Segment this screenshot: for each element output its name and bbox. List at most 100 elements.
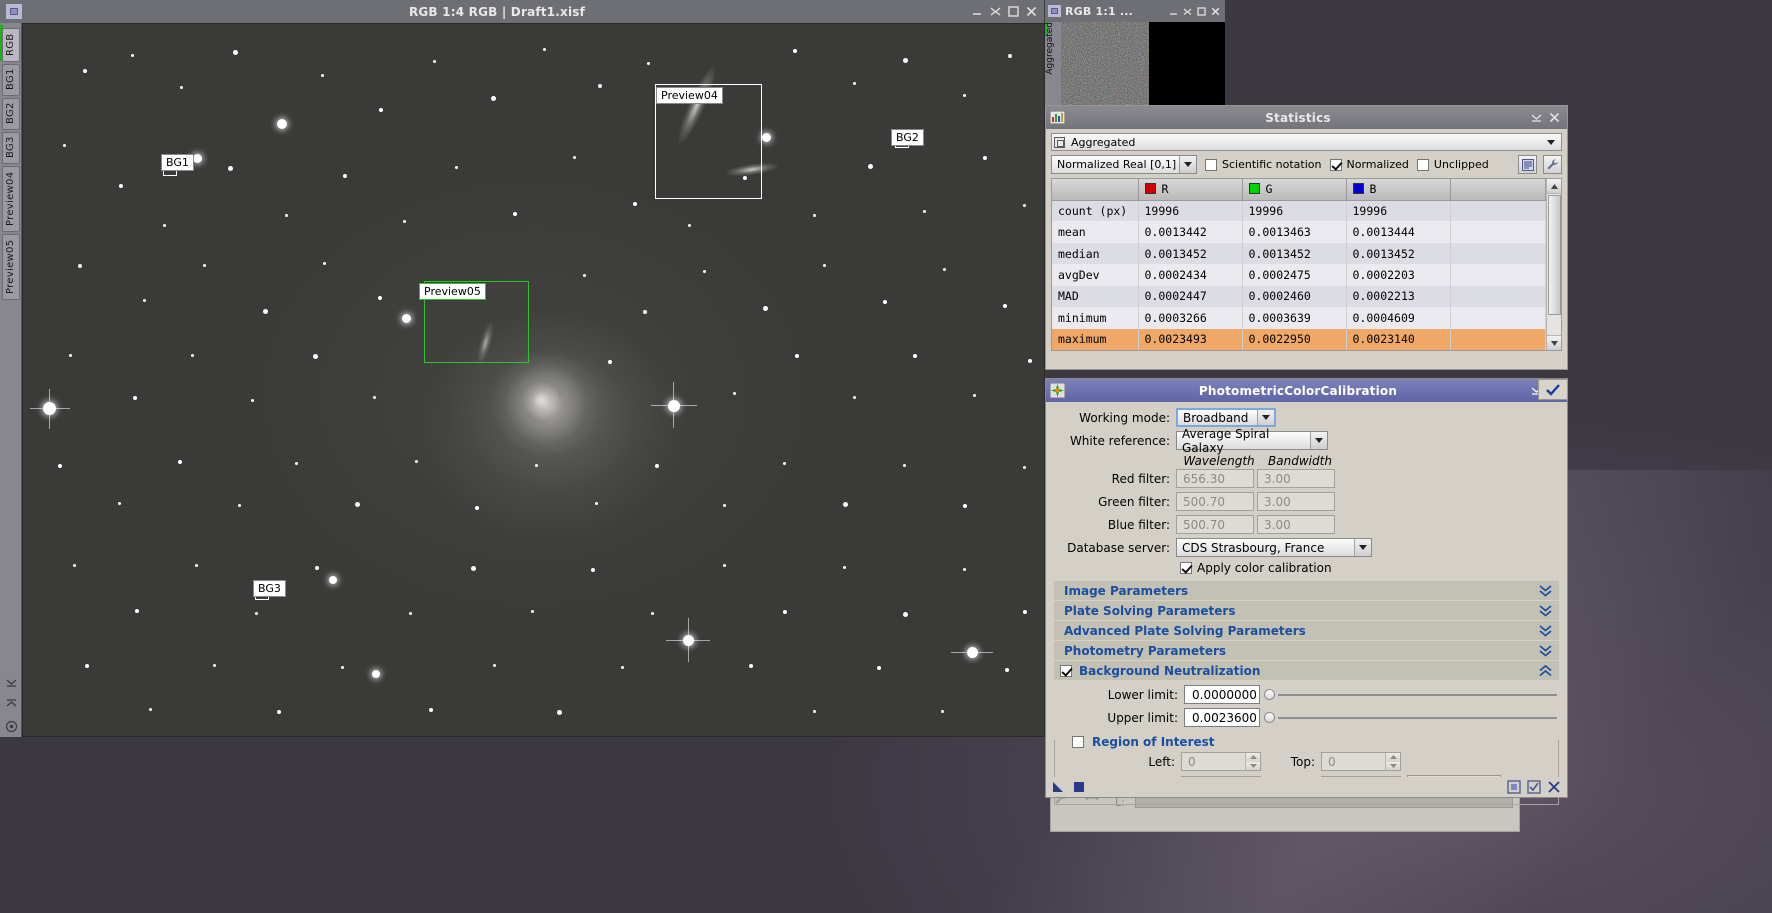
text-report-button[interactable]	[1518, 155, 1537, 174]
chevron-double-down-icon[interactable]	[1539, 624, 1552, 637]
collapse-icon[interactable]	[5, 676, 18, 689]
rgb-1-1-titlebar[interactable]: RGB 1:1 ...	[1045, 0, 1225, 22]
slider-track[interactable]	[1278, 694, 1557, 696]
chevron-down-icon[interactable]	[1257, 410, 1274, 425]
pcc-confirm-button[interactable]	[1538, 379, 1568, 400]
restore-icon[interactable]	[990, 6, 1001, 17]
close-icon[interactable]	[1549, 112, 1560, 123]
checkbox-box[interactable]	[1180, 562, 1192, 574]
astro-image-canvas[interactable]: Preview04 Preview05 BG1 BG2 BG3	[22, 23, 1045, 737]
minimize-icon[interactable]	[1169, 7, 1178, 16]
table-row[interactable]: avgDev 0.0002434 0.0002475 0.0002203	[1052, 264, 1546, 285]
statistics-format-select[interactable]: Normalized Real [0,1]	[1051, 155, 1197, 174]
checkbox-box[interactable]	[1417, 159, 1429, 171]
database-server-select[interactable]: CDS Strasbourg, France	[1176, 538, 1372, 557]
checkbox-box[interactable]	[1205, 159, 1217, 171]
red-filter-bandwidth-input[interactable]: 3.00	[1257, 469, 1335, 488]
scrollbar-thumb[interactable]	[1548, 195, 1561, 315]
upper-limit-slider[interactable]	[1264, 712, 1557, 723]
slider-knob[interactable]	[1264, 712, 1275, 723]
stepper-arrows[interactable]	[1245, 753, 1260, 770]
chevron-double-down-icon[interactable]	[1539, 644, 1552, 657]
rail-tab-preview04[interactable]: Preview04	[2, 166, 20, 232]
expand-icon[interactable]	[5, 698, 18, 711]
rail-tab-bg1[interactable]: BG1	[2, 64, 20, 96]
chevron-double-down-icon[interactable]	[1539, 584, 1552, 597]
reset-icon[interactable]	[1547, 780, 1561, 794]
pcc-titlebar[interactable]: PhotometricColorCalibration	[1046, 379, 1567, 402]
roll-up-icon[interactable]	[1531, 112, 1542, 123]
table-row[interactable]: median 0.0013452 0.0013452 0.0013452	[1052, 243, 1546, 264]
chevron-double-down-icon[interactable]	[1539, 604, 1552, 617]
minimize-icon[interactable]	[972, 6, 983, 17]
maximize-icon[interactable]	[1197, 7, 1206, 16]
rail-tab-bg3[interactable]: BG3	[2, 132, 20, 164]
section-image-parameters[interactable]: Image Parameters	[1054, 581, 1559, 600]
green-filter-bandwidth-input[interactable]: 3.00	[1257, 492, 1335, 511]
scroll-up-icon[interactable]	[1547, 179, 1562, 194]
red-filter-wavelength-input[interactable]: 656.30	[1176, 469, 1254, 488]
rgb-1-1-noise-preview[interactable]	[1061, 22, 1149, 105]
rail-tab-preview05[interactable]: Preview05	[2, 234, 20, 300]
table-row[interactable]: mean 0.0013442 0.0013463 0.0013444	[1052, 221, 1546, 242]
window-menu-icon[interactable]	[6, 4, 22, 19]
rgb-1-1-black-region[interactable]	[1149, 22, 1225, 105]
lower-limit-input[interactable]: 0.0000000	[1184, 685, 1260, 704]
rgb-1-1-rail-label[interactable]: Aggregated	[1045, 22, 1061, 78]
chevron-double-up-icon[interactable]	[1539, 664, 1552, 677]
section-plate-solving-parameters[interactable]: Plate Solving Parameters	[1054, 601, 1559, 620]
image-window-titlebar[interactable]: RGB 1:4 RGB | Draft1.xisf	[0, 0, 1044, 23]
chevron-down-icon[interactable]	[1547, 140, 1555, 145]
table-row[interactable]: minimum 0.0003266 0.0003639 0.0004609	[1052, 307, 1546, 328]
maximize-icon[interactable]	[1008, 6, 1019, 17]
bg-marker-bg1-label[interactable]: BG1	[161, 154, 194, 171]
checkbox-normalized[interactable]: Normalized	[1330, 158, 1409, 171]
blue-filter-bandwidth-input[interactable]: 3.00	[1257, 515, 1335, 534]
lower-limit-slider[interactable]	[1264, 689, 1557, 700]
white-reference-select[interactable]: Average Spiral Galaxy	[1176, 431, 1328, 450]
chevron-down-icon[interactable]	[1310, 432, 1327, 449]
column-header-metric[interactable]	[1052, 179, 1138, 200]
apply-color-calibration-checkbox[interactable]: Apply color calibration	[1180, 561, 1332, 575]
close-icon[interactable]	[1211, 7, 1220, 16]
working-mode-select[interactable]: Broadband	[1176, 408, 1276, 427]
column-header-g[interactable]: G	[1242, 179, 1346, 200]
section-background-neutralization[interactable]: Background Neutralization	[1054, 661, 1559, 680]
close-icon[interactable]	[1026, 6, 1037, 17]
apply-global-icon[interactable]	[1527, 780, 1541, 794]
info-icon[interactable]	[5, 720, 18, 733]
rail-tab-rgb[interactable]: RGB	[2, 28, 20, 62]
chevron-down-icon[interactable]	[1179, 156, 1196, 173]
column-header-b[interactable]: B	[1346, 179, 1450, 200]
roi-left-input[interactable]: 0	[1181, 752, 1261, 771]
rail-tab-bg2[interactable]: BG2	[2, 98, 20, 130]
upper-limit-input[interactable]: 0.0023600	[1184, 708, 1260, 727]
section-advanced-plate-solving-parameters[interactable]: Advanced Plate Solving Parameters	[1054, 621, 1559, 640]
restore-icon[interactable]	[1183, 7, 1192, 16]
checkbox-box[interactable]	[1060, 665, 1072, 677]
checkbox-box[interactable]	[1330, 159, 1342, 171]
checkbox-scientific-notation[interactable]: Scientific notation	[1205, 158, 1322, 171]
preview-label-preview04[interactable]: Preview04	[656, 87, 723, 104]
slider-track[interactable]	[1278, 717, 1557, 719]
slider-knob[interactable]	[1264, 689, 1275, 700]
blue-filter-wavelength-input[interactable]: 500.70	[1176, 515, 1254, 534]
table-row[interactable]: count (px) 19996 19996 19996	[1052, 200, 1546, 221]
bg-marker-bg3-label[interactable]: BG3	[253, 580, 286, 597]
column-header-r[interactable]: R	[1138, 179, 1242, 200]
roi-top-input[interactable]: 0	[1321, 752, 1401, 771]
apply-icon[interactable]	[1507, 780, 1521, 794]
preview-label-preview05[interactable]: Preview05	[419, 283, 486, 300]
section-photometry-parameters[interactable]: Photometry Parameters	[1054, 641, 1559, 660]
green-filter-wavelength-input[interactable]: 500.70	[1176, 492, 1254, 511]
statistics-view-selector[interactable]: Aggregated	[1051, 133, 1562, 151]
chevron-down-icon[interactable]	[1354, 539, 1371, 556]
statistics-titlebar[interactable]: Statistics	[1046, 106, 1567, 129]
statistics-vertical-scrollbar[interactable]	[1546, 179, 1561, 350]
preferences-wrench-icon[interactable]	[1543, 155, 1562, 174]
bg-marker-bg2-label[interactable]: BG2	[891, 129, 924, 146]
checkbox-unclipped[interactable]: Unclipped	[1417, 158, 1489, 171]
new-instance-icon[interactable]	[1052, 780, 1066, 794]
window-menu-icon[interactable]	[1048, 5, 1061, 17]
browse-documentation-icon[interactable]	[1072, 780, 1086, 794]
